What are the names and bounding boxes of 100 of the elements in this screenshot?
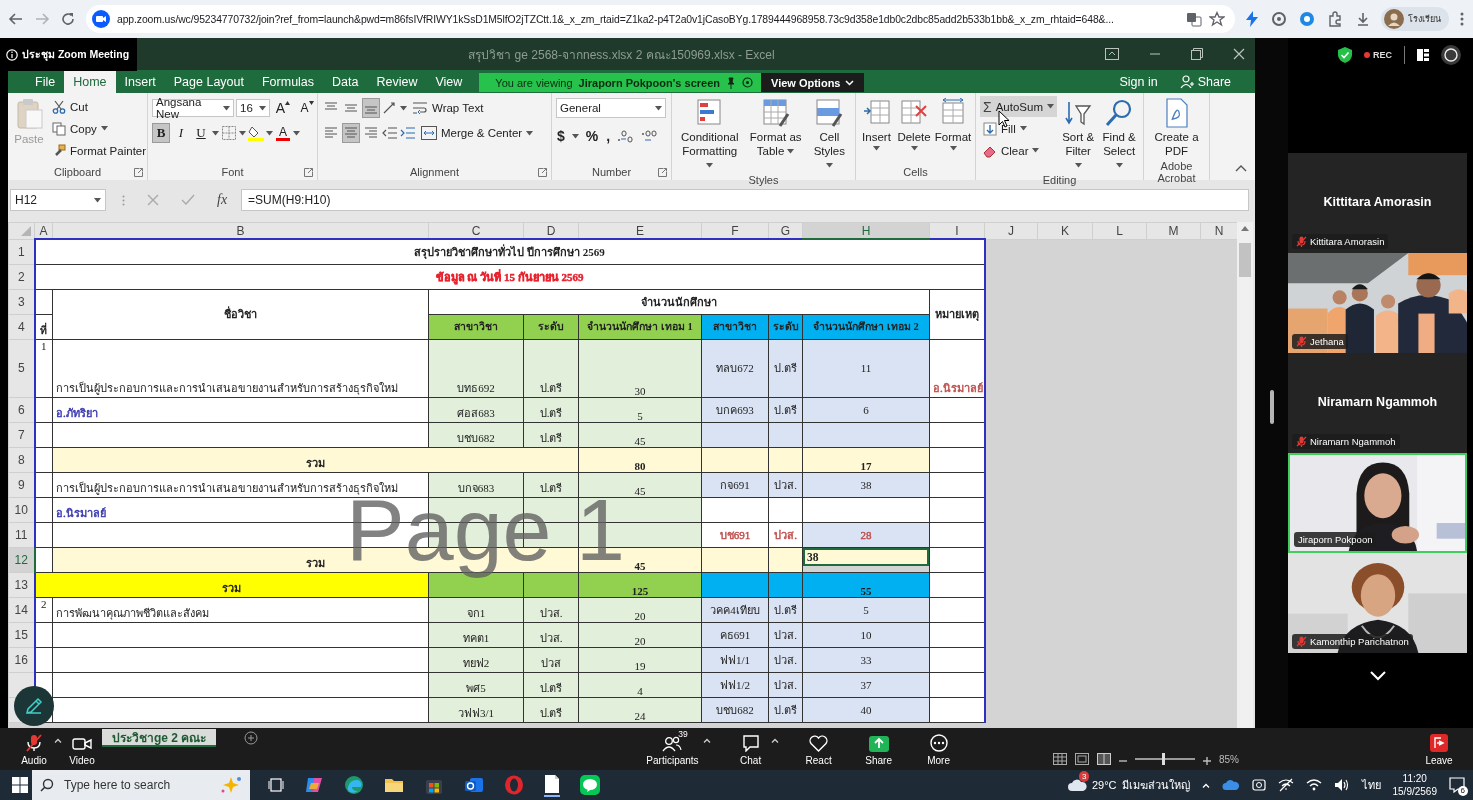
opera-icon[interactable] bbox=[504, 775, 524, 795]
document-icon[interactable] bbox=[544, 773, 560, 794]
ribbon-display-icon[interactable] bbox=[1105, 48, 1119, 60]
participant-tile[interactable]: Jiraporn Pokpoon bbox=[1288, 453, 1467, 553]
info-icon[interactable] bbox=[6, 48, 18, 61]
back-icon[interactable] bbox=[8, 11, 24, 27]
column-header[interactable]: M bbox=[1146, 222, 1201, 239]
column-header[interactable]: L bbox=[1092, 222, 1147, 239]
orientation-icon[interactable] bbox=[382, 101, 398, 115]
row-header[interactable]: 10 bbox=[8, 497, 35, 522]
row-header[interactable]: 12 bbox=[8, 547, 35, 572]
collapse-ribbon-icon[interactable] bbox=[1235, 164, 1247, 172]
row-header[interactable]: 6 bbox=[8, 397, 35, 422]
borders-icon[interactable] bbox=[221, 125, 237, 141]
extension-icon[interactable] bbox=[1299, 11, 1315, 27]
add-sheet-icon[interactable] bbox=[244, 731, 259, 745]
shield-icon[interactable] bbox=[1338, 47, 1352, 63]
participant-tile[interactable]: Kittitara Amorasin Kittitara Amorasin bbox=[1288, 153, 1467, 253]
ribbon-tab[interactable]: Home bbox=[64, 70, 116, 93]
fill-color-icon[interactable] bbox=[248, 125, 264, 141]
row-header[interactable]: 16 bbox=[8, 647, 35, 672]
participant-tile[interactable]: Niramarn Ngammoh Niramarn Ngammoh bbox=[1288, 353, 1467, 453]
name-box[interactable]: H12 bbox=[10, 189, 106, 211]
ribbon-button[interactable]: Format as Table bbox=[746, 96, 805, 174]
cloud-icon[interactable] bbox=[1066, 778, 1087, 792]
view-options-button[interactable]: View Options bbox=[761, 73, 865, 92]
profile-button[interactable]: โรงเรียน bbox=[1381, 7, 1449, 31]
formula-field[interactable]: =SUM(H9:H10) bbox=[241, 189, 1249, 211]
search-field[interactable]: Type here to search bbox=[62, 777, 212, 793]
ribbon-tab[interactable]: File bbox=[26, 70, 65, 93]
sheet-tab[interactable]: ประวิชาge 2 คณะ bbox=[102, 729, 217, 747]
merge-center-button[interactable]: Merge & Center bbox=[418, 122, 537, 144]
fill-button[interactable]: Fill bbox=[980, 118, 1057, 139]
row-header[interactable]: 4 bbox=[8, 314, 35, 339]
copilot-icon[interactable] bbox=[304, 775, 324, 795]
font-name-field[interactable]: Angsana New bbox=[152, 99, 234, 117]
speaker-icon[interactable] bbox=[1333, 778, 1350, 792]
participant-tile[interactable]: Kamonthip Parichatnon bbox=[1288, 553, 1467, 653]
star-icon[interactable] bbox=[1209, 11, 1225, 27]
text-style-button[interactable]: U bbox=[192, 123, 210, 143]
translate-icon[interactable] bbox=[1186, 11, 1202, 27]
page-layout-icon[interactable] bbox=[1075, 753, 1089, 765]
text-style-button[interactable]: B bbox=[152, 123, 170, 143]
mail-icon[interactable] bbox=[464, 775, 484, 795]
caret-icon[interactable] bbox=[702, 738, 711, 743]
restore-icon[interactable] bbox=[1191, 48, 1203, 60]
close-icon[interactable] bbox=[1233, 48, 1245, 60]
lightning-icon[interactable] bbox=[1245, 11, 1259, 27]
row-header[interactable]: 5 bbox=[8, 339, 35, 397]
ribbon-button[interactable]: Cut bbox=[49, 96, 150, 117]
ribbon-tab[interactable]: Formulas bbox=[252, 70, 324, 93]
scroll-up-icon[interactable] bbox=[1241, 226, 1249, 231]
number-format-button[interactable]: $ bbox=[556, 126, 566, 146]
scrollbar[interactable] bbox=[1237, 222, 1253, 728]
ribbon-button[interactable]: Copy bbox=[49, 118, 150, 139]
row-header[interactable]: 8 bbox=[8, 447, 35, 472]
row-header[interactable]: 14 bbox=[8, 597, 35, 622]
shrink-font-button[interactable]: A bbox=[296, 98, 318, 118]
ribbon-tab[interactable]: Review bbox=[367, 70, 427, 93]
number-format-field[interactable]: General bbox=[556, 98, 666, 118]
column-header[interactable]: H bbox=[802, 222, 930, 239]
decrease-decimal-icon[interactable] bbox=[641, 129, 660, 143]
wrap-text-button[interactable]: Wrap Text bbox=[409, 97, 487, 119]
check-icon[interactable] bbox=[181, 194, 195, 206]
scrollbar-thumb[interactable] bbox=[1239, 243, 1251, 277]
normal-view-icon[interactable] bbox=[1053, 753, 1067, 765]
number-format-button[interactable]: % bbox=[584, 126, 600, 146]
text-style-button[interactable]: I bbox=[172, 123, 190, 143]
zoom-in-icon[interactable] bbox=[1203, 757, 1211, 765]
row-header[interactable]: 7 bbox=[8, 422, 35, 447]
react-button[interactable]: React bbox=[798, 728, 839, 770]
page-break-icon[interactable] bbox=[1097, 753, 1111, 765]
chat-app-icon[interactable] bbox=[580, 775, 600, 795]
ribbon-button[interactable]: Format bbox=[935, 96, 971, 164]
share-button[interactable]: Share bbox=[1173, 73, 1237, 90]
row-header[interactable]: 2 bbox=[8, 264, 35, 289]
row-header[interactable]: 1 bbox=[8, 239, 35, 264]
insert-function-button[interactable]: fx bbox=[217, 192, 228, 208]
camera-icon[interactable] bbox=[1251, 778, 1266, 792]
wifi-icon[interactable] bbox=[1305, 779, 1322, 791]
caret-icon[interactable] bbox=[770, 738, 779, 743]
dialog-launcher-icon[interactable] bbox=[134, 167, 143, 177]
font-size-field[interactable]: 16 bbox=[236, 99, 270, 117]
dialog-launcher-icon[interactable] bbox=[658, 167, 667, 177]
ribbon-tab[interactable]: Insert bbox=[115, 70, 165, 93]
increase-decimal-icon[interactable] bbox=[617, 129, 636, 143]
column-header[interactable]: K bbox=[1037, 222, 1093, 239]
row-header[interactable]: 3 bbox=[8, 289, 35, 314]
reload-icon[interactable] bbox=[60, 11, 76, 27]
dialog-launcher-icon[interactable] bbox=[538, 167, 547, 177]
leave-button[interactable]: Leave bbox=[1419, 728, 1459, 770]
circle-icon[interactable] bbox=[742, 77, 753, 88]
column-header[interactable]: N bbox=[1200, 222, 1237, 239]
ribbon-button[interactable]: Conditional Formatting bbox=[676, 96, 744, 174]
more-button[interactable]: More bbox=[918, 728, 959, 770]
puzzle-icon[interactable] bbox=[1327, 11, 1343, 27]
ribbon-tab[interactable]: View bbox=[426, 70, 472, 93]
column-header[interactable]: J bbox=[984, 222, 1038, 239]
menu-icon[interactable] bbox=[1459, 11, 1465, 27]
indent-icon[interactable] bbox=[400, 127, 416, 139]
